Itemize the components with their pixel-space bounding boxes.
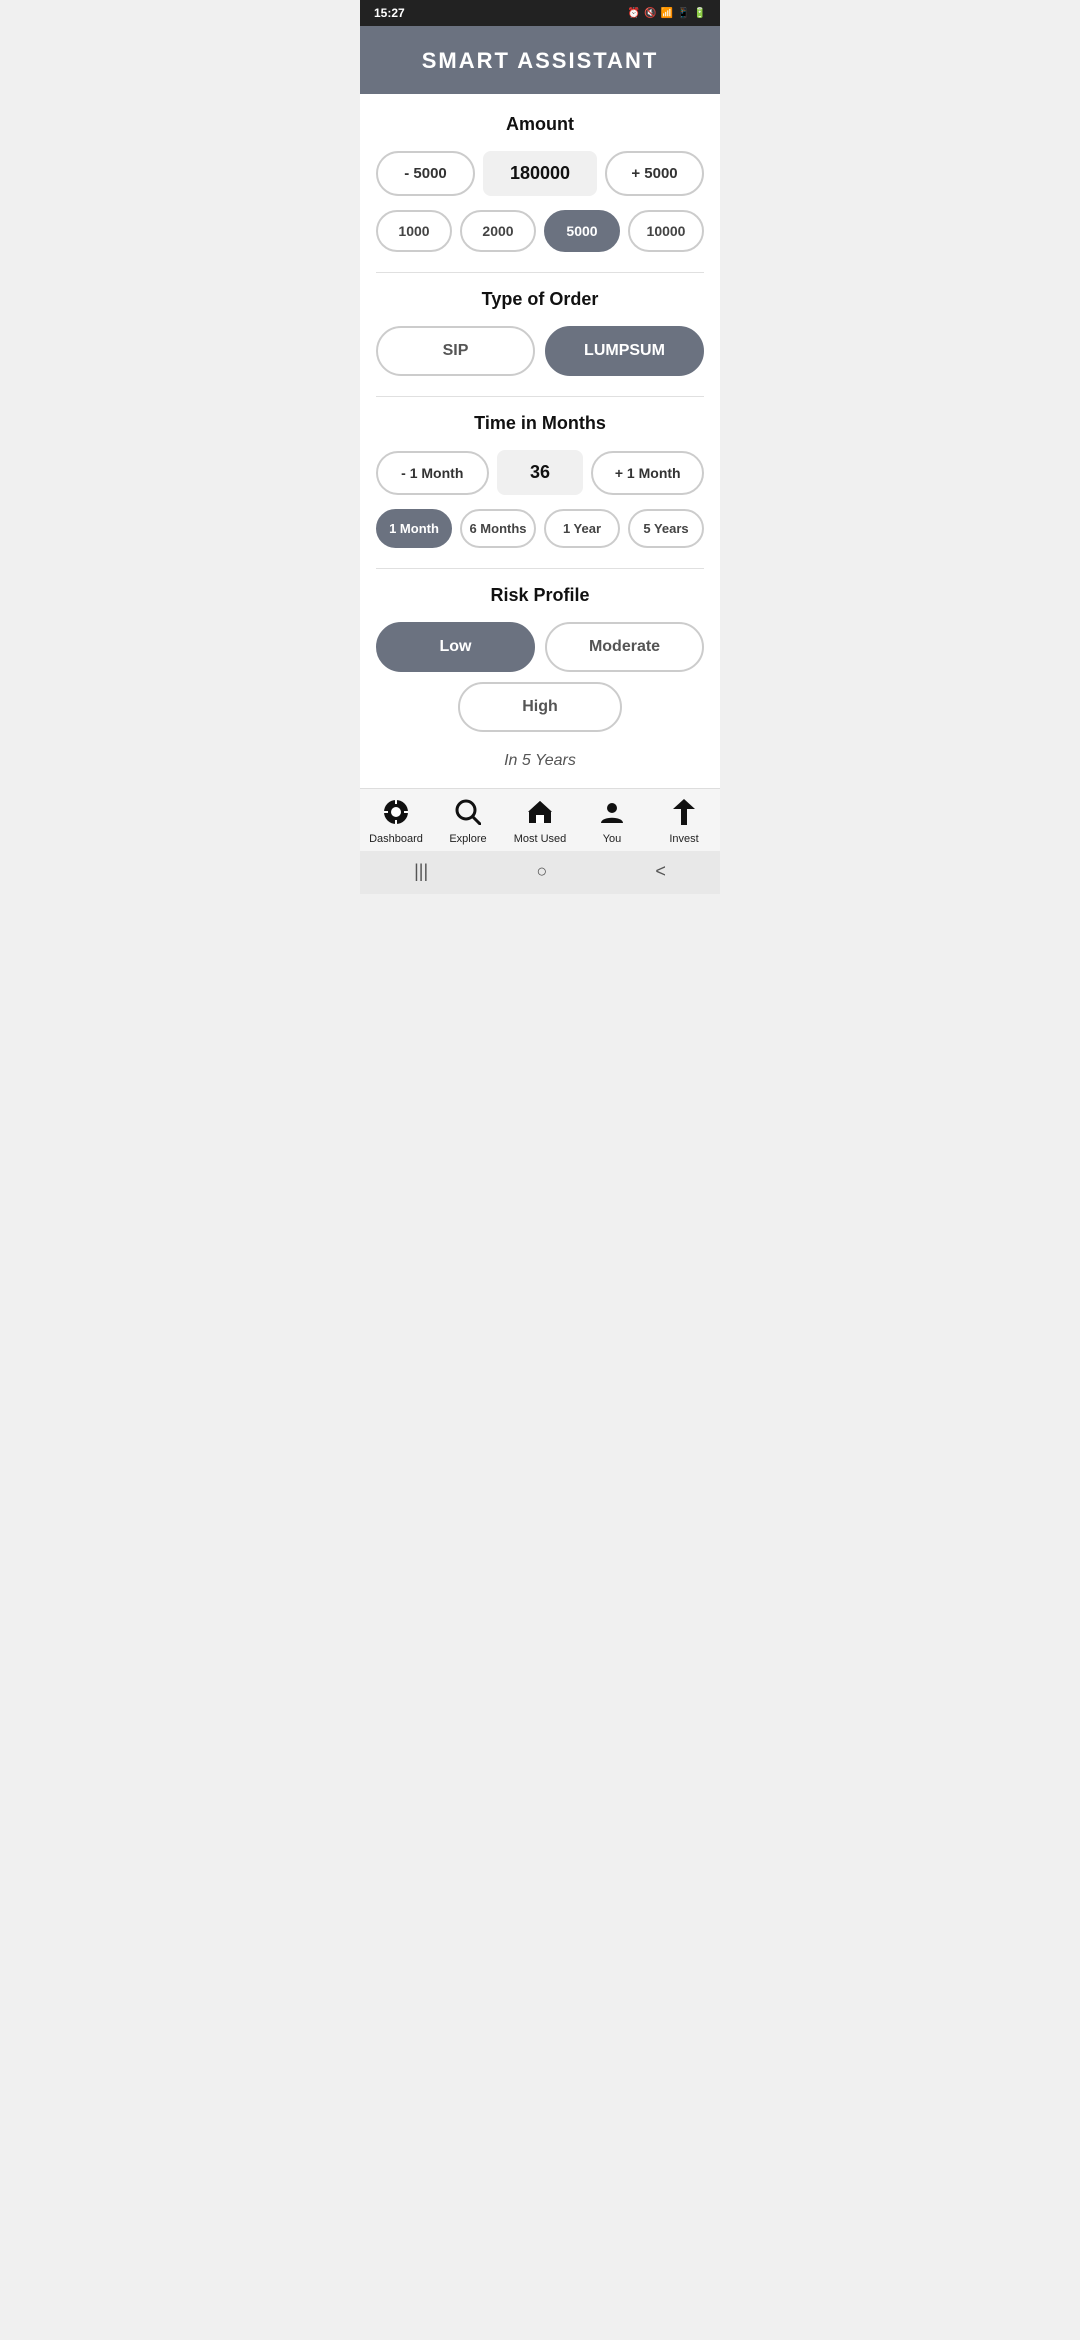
summary-label: In 5 Years bbox=[376, 752, 704, 778]
mute-icon: 🔇 bbox=[644, 8, 656, 19]
status-bar: 15:27 ⏰ 🔇 📶 📱 🔋 bbox=[360, 0, 720, 26]
quick-amount-2000[interactable]: 2000 bbox=[460, 210, 536, 252]
nav-dashboard[interactable]: Dashboard bbox=[360, 799, 432, 845]
explore-icon bbox=[455, 799, 481, 829]
sip-button[interactable]: SIP bbox=[376, 326, 535, 376]
nav-invest-label: Invest bbox=[669, 833, 698, 845]
nav-you[interactable]: You bbox=[576, 799, 648, 845]
dashboard-icon bbox=[383, 799, 409, 829]
quick-amount-buttons: 1000 2000 5000 10000 bbox=[376, 210, 704, 252]
nav-most-used[interactable]: Most Used bbox=[504, 799, 576, 845]
nav-explore[interactable]: Explore bbox=[432, 799, 504, 845]
risk-section-title: Risk Profile bbox=[376, 585, 704, 606]
status-time: 15:27 bbox=[374, 6, 405, 20]
order-type-row: SIP LUMPSUM bbox=[376, 326, 704, 376]
system-back-button[interactable]: < bbox=[655, 861, 666, 882]
nav-explore-label: Explore bbox=[449, 833, 486, 845]
main-content: Amount - 5000 180000 + 5000 1000 2000 50… bbox=[360, 94, 720, 788]
alarm-icon: ⏰ bbox=[628, 8, 640, 19]
wifi-icon: 📶 bbox=[661, 8, 673, 19]
nav-you-label: You bbox=[603, 833, 622, 845]
app-title: SMART ASSISTANT bbox=[422, 48, 659, 73]
period-1month[interactable]: 1 Month bbox=[376, 509, 452, 548]
bottom-nav: Dashboard Explore Most Used You bbox=[360, 788, 720, 851]
period-6months[interactable]: 6 Months bbox=[460, 509, 536, 548]
period-1year[interactable]: 1 Year bbox=[544, 509, 620, 548]
nav-dashboard-label: Dashboard bbox=[369, 833, 423, 845]
status-icons: ⏰ 🔇 📶 📱 🔋 bbox=[628, 8, 706, 19]
risk-row-top: Low Moderate bbox=[376, 622, 704, 672]
divider-2 bbox=[376, 396, 704, 397]
app-header: SMART ASSISTANT bbox=[360, 26, 720, 94]
invest-icon bbox=[673, 799, 695, 829]
increase-amount-button[interactable]: + 5000 bbox=[605, 151, 704, 196]
nav-invest[interactable]: Invest bbox=[648, 799, 720, 845]
risk-moderate-button[interactable]: Moderate bbox=[545, 622, 704, 672]
signal-icon: 📱 bbox=[677, 8, 689, 19]
decrease-time-button[interactable]: - 1 Month bbox=[376, 451, 489, 495]
order-type-section-title: Type of Order bbox=[376, 289, 704, 310]
period-buttons: 1 Month 6 Months 1 Year 5 Years bbox=[376, 509, 704, 548]
time-row: - 1 Month 36 + 1 Month bbox=[376, 450, 704, 495]
divider-1 bbox=[376, 272, 704, 273]
divider-3 bbox=[376, 568, 704, 569]
risk-row-bottom: High bbox=[376, 682, 704, 732]
quick-amount-5000[interactable]: 5000 bbox=[544, 210, 620, 252]
amount-section-title: Amount bbox=[376, 114, 704, 135]
amount-display: 180000 bbox=[483, 151, 597, 196]
lumpsum-button[interactable]: LUMPSUM bbox=[545, 326, 704, 376]
risk-high-button[interactable]: High bbox=[458, 682, 622, 732]
quick-amount-10000[interactable]: 10000 bbox=[628, 210, 704, 252]
decrease-amount-button[interactable]: - 5000 bbox=[376, 151, 475, 196]
system-nav: ||| ○ < bbox=[360, 851, 720, 894]
time-section-title: Time in Months bbox=[376, 413, 704, 434]
you-icon bbox=[599, 799, 625, 829]
amount-row: - 5000 180000 + 5000 bbox=[376, 151, 704, 196]
period-5years[interactable]: 5 Years bbox=[628, 509, 704, 548]
increase-time-button[interactable]: + 1 Month bbox=[591, 451, 704, 495]
quick-amount-1000[interactable]: 1000 bbox=[376, 210, 452, 252]
risk-low-button[interactable]: Low bbox=[376, 622, 535, 672]
system-menu-button[interactable]: ||| bbox=[414, 861, 428, 882]
system-home-button[interactable]: ○ bbox=[536, 861, 547, 882]
most-used-icon bbox=[527, 799, 553, 829]
battery-icon: 🔋 bbox=[694, 8, 706, 19]
time-display: 36 bbox=[497, 450, 584, 495]
nav-most-used-label: Most Used bbox=[514, 833, 567, 845]
